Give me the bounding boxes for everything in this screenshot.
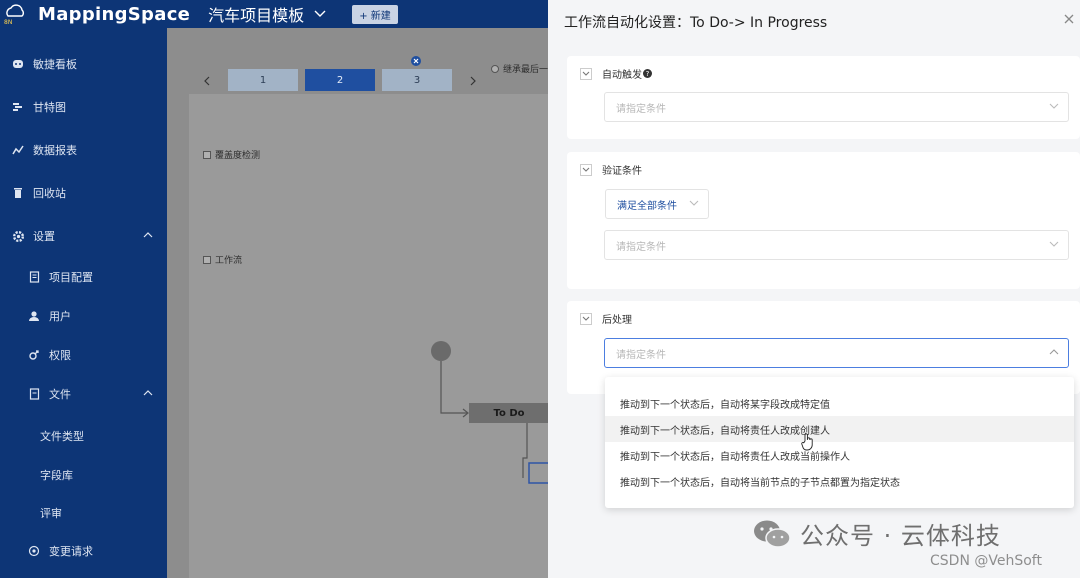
sidebar-item-label: 权限 [49,349,71,362]
change-request-icon [27,544,41,558]
sidebar-item-label: 设置 [33,230,55,243]
user-icon [27,309,41,323]
post-processing-dropdown: 推动到下一个状态后，自动将某字段改成特定值 推动到下一个状态后，自动将责任人改成… [605,377,1074,508]
sidebar-item-settings[interactable]: 设置 [0,225,167,247]
watermark: 公众号 · 云体科技 [752,516,1001,551]
sidebar-item-reports[interactable]: 数据报表 [0,139,167,161]
match-mode-select[interactable]: 满足全部条件 [605,189,709,219]
workflow-node-todo[interactable]: To Do [469,403,549,423]
automation-settings-drawer: 工作流自动化设置：To Do-> In Progress 自动触发 ? 请指定条… [548,0,1080,578]
dropdown-option[interactable]: 推动到下一个状态后，自动将责任人改成当前操作人 [605,442,1074,468]
sidebar-item-label: 变更请求 [49,545,93,558]
board-icon [11,57,25,71]
sidebar-item-agile-board[interactable]: 敏捷看板 [0,53,167,75]
close-icon[interactable] [1058,8,1080,30]
chevron-down-icon [1049,102,1059,113]
file-icon [27,387,41,401]
wechat-icon [754,520,791,548]
post-processing-header[interactable]: 后处理 [580,311,632,326]
validation-header[interactable]: 验证条件 [580,162,642,177]
sidebar-item-users[interactable]: 用户 [0,305,167,327]
permission-icon [27,348,41,362]
csdn-watermark: CSDN @VehSoft [930,553,1042,569]
new-button[interactable]: + 新建 [352,4,398,24]
main-content-overlay: 1 2 3 继承最后一 覆盖度检测 工作流 To Do [167,28,549,578]
sidebar-item-label: 数据报表 [33,144,77,157]
workflow-graph [431,341,548,484]
logo-cloud-icon: 8N [0,0,30,28]
sidebar-item-files[interactable]: 文件 [0,383,167,405]
trash-icon [11,186,25,200]
hand-cursor-icon [801,433,815,454]
sidebar-item-field-library[interactable]: 字段库 [0,464,167,486]
auto-trigger-select[interactable]: 请指定条件 [604,92,1069,122]
chevron-up-icon[interactable] [143,387,153,400]
sidebar-item-permissions[interactable]: 权限 [0,344,167,366]
chevron-down-icon[interactable] [314,8,326,21]
help-icon[interactable]: ? [643,69,652,78]
collapse-toggle-icon[interactable] [580,312,592,325]
validation-condition-select[interactable]: 请指定条件 [604,230,1069,260]
post-processing-select[interactable]: 请指定条件 [604,338,1069,368]
sidebar-item-change-request[interactable]: 变更请求 [0,540,167,562]
auto-trigger-card: 自动触发 ? 请指定条件 [567,56,1080,139]
chevron-down-icon [1049,240,1059,251]
dropdown-option[interactable]: 推动到下一个状态后，自动将当前节点的子节点都置为指定状态 [605,468,1074,494]
sidebar-item-label: 敏捷看板 [33,58,77,71]
sidebar-item-label: 文件 [49,388,71,401]
logo-text: MappingSpace [38,3,191,25]
sidebar-item-label: 字段库 [40,469,73,482]
gantt-icon [11,100,25,114]
drawer-title: 工作流自动化设置：To Do-> In Progress [564,15,828,31]
chevron-up-icon [1049,348,1059,359]
validation-card: 验证条件 满足全部条件 请指定条件 [567,152,1080,289]
chevron-down-icon [689,199,699,210]
top-bar: 8N MappingSpace 汽车项目模板 + 新建 [0,0,548,28]
project-title[interactable]: 汽车项目模板 [208,2,304,26]
sidebar-item-gantt[interactable]: 甘特图 [0,96,167,118]
sidebar-item-label: 项目配置 [49,271,93,284]
chevron-up-icon[interactable] [143,229,153,242]
sidebar-item-label: 文件类型 [40,430,84,443]
sidebar-item-label: 评审 [40,507,62,520]
sidebar-item-file-types[interactable]: 文件类型 [0,425,167,447]
dropdown-option[interactable]: 推动到下一个状态后，自动将责任人改成创建人 [605,416,1074,442]
report-chart-icon [11,143,25,157]
sidebar-item-project-config[interactable]: 项目配置 [0,266,167,288]
sidebar-item-review[interactable]: 评审 [0,502,167,524]
collapse-toggle-icon[interactable] [580,67,592,80]
auto-trigger-header[interactable]: 自动触发 ? [580,66,652,81]
document-icon [27,270,41,284]
sidebar-item-label: 甘特图 [33,101,66,114]
gear-icon [11,229,25,243]
sidebar-item-label: 用户 [49,310,71,323]
collapse-toggle-icon[interactable] [580,163,592,176]
sidebar: 敏捷看板 甘特图 数据报表 回收站 设置 项目配置 用户 权限 文件 文件类型 … [0,28,167,578]
sidebar-item-recycle-bin[interactable]: 回收站 [0,182,167,204]
svg-text:8N: 8N [4,19,12,26]
sidebar-item-label: 回收站 [33,187,66,200]
dropdown-option[interactable]: 推动到下一个状态后，自动将某字段改成特定值 [605,390,1074,416]
watermark-text: 公众号 · 云体科技 [800,522,1001,550]
